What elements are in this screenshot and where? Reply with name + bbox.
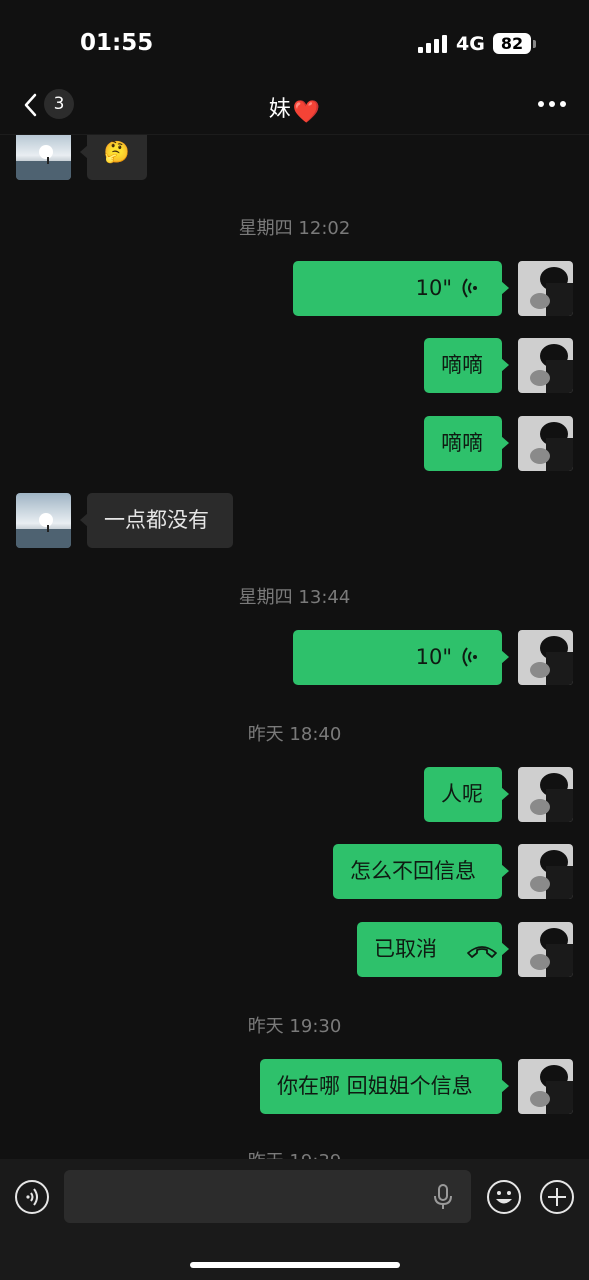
voice-duration: 10" xyxy=(415,645,452,669)
network-type: 4G xyxy=(456,33,485,55)
text-message[interactable]: 嘀嘀 xyxy=(424,416,509,471)
emoji-message[interactable]: 🤔 xyxy=(80,135,147,180)
my-avatar[interactable] xyxy=(518,630,573,685)
message-input[interactable] xyxy=(64,1170,471,1223)
text-message[interactable]: 人呢 xyxy=(424,767,509,822)
call-record[interactable]: 已取消 xyxy=(357,922,509,977)
text-message[interactable]: 一点都没有 xyxy=(80,493,233,548)
voice-message[interactable]: 10" xyxy=(293,261,509,316)
heart-emoji: ❤️ xyxy=(292,100,321,125)
contact-avatar[interactable] xyxy=(16,135,71,180)
my-avatar[interactable] xyxy=(518,338,573,393)
timestamp: 昨天 18:40 xyxy=(247,724,342,745)
timestamp: 星期四 13:44 xyxy=(238,587,351,608)
text-message[interactable]: 怎么不回信息 xyxy=(333,844,509,899)
status-bar: 01:55 4G 82 xyxy=(0,0,589,88)
my-avatar[interactable] xyxy=(518,261,573,316)
battery-icon: 82 xyxy=(493,33,531,54)
timestamp: 昨天 19:30 xyxy=(247,1016,342,1037)
microphone-icon[interactable] xyxy=(433,1184,453,1210)
voice-message[interactable]: 10" xyxy=(293,630,509,685)
my-avatar[interactable] xyxy=(518,767,573,822)
thinking-emoji: 🤔 xyxy=(103,140,131,164)
text-message[interactable]: 嘀嘀 xyxy=(424,338,509,393)
more-dots-icon[interactable] xyxy=(538,101,566,109)
call-status: 已取消 xyxy=(374,937,437,961)
chat-header: 3 妹❤️ xyxy=(0,80,589,135)
battery-cap xyxy=(533,40,536,48)
voice-wave-icon xyxy=(462,647,477,667)
my-avatar[interactable] xyxy=(518,416,573,471)
plus-icon[interactable] xyxy=(539,1179,575,1215)
my-avatar[interactable] xyxy=(518,1059,573,1114)
hangup-phone-icon xyxy=(467,946,497,958)
my-avatar[interactable] xyxy=(518,922,573,977)
signal-icon xyxy=(418,35,448,53)
message-list[interactable]: 🤔 星期四 12:02 10" 嘀嘀 嘀嘀 一点都没有 星期四 13:44 10… xyxy=(0,135,589,1159)
voice-wave-icon xyxy=(462,278,477,298)
text-message[interactable]: 你在哪 回姐姐个信息 xyxy=(260,1059,509,1114)
status-time: 01:55 xyxy=(80,30,154,56)
my-avatar[interactable] xyxy=(518,844,573,899)
chat-title-text: 妹 xyxy=(268,97,291,122)
home-indicator xyxy=(190,1262,400,1268)
timestamp: 星期四 12:02 xyxy=(238,218,351,239)
emoji-face-icon[interactable] xyxy=(486,1179,522,1215)
input-bar xyxy=(0,1159,589,1280)
contact-avatar[interactable] xyxy=(16,493,71,548)
voice-duration: 10" xyxy=(415,276,452,300)
chat-title: 妹❤️ xyxy=(0,91,589,125)
timestamp: 昨天 19:39 xyxy=(0,1147,589,1159)
voice-mode-icon[interactable] xyxy=(14,1179,50,1215)
